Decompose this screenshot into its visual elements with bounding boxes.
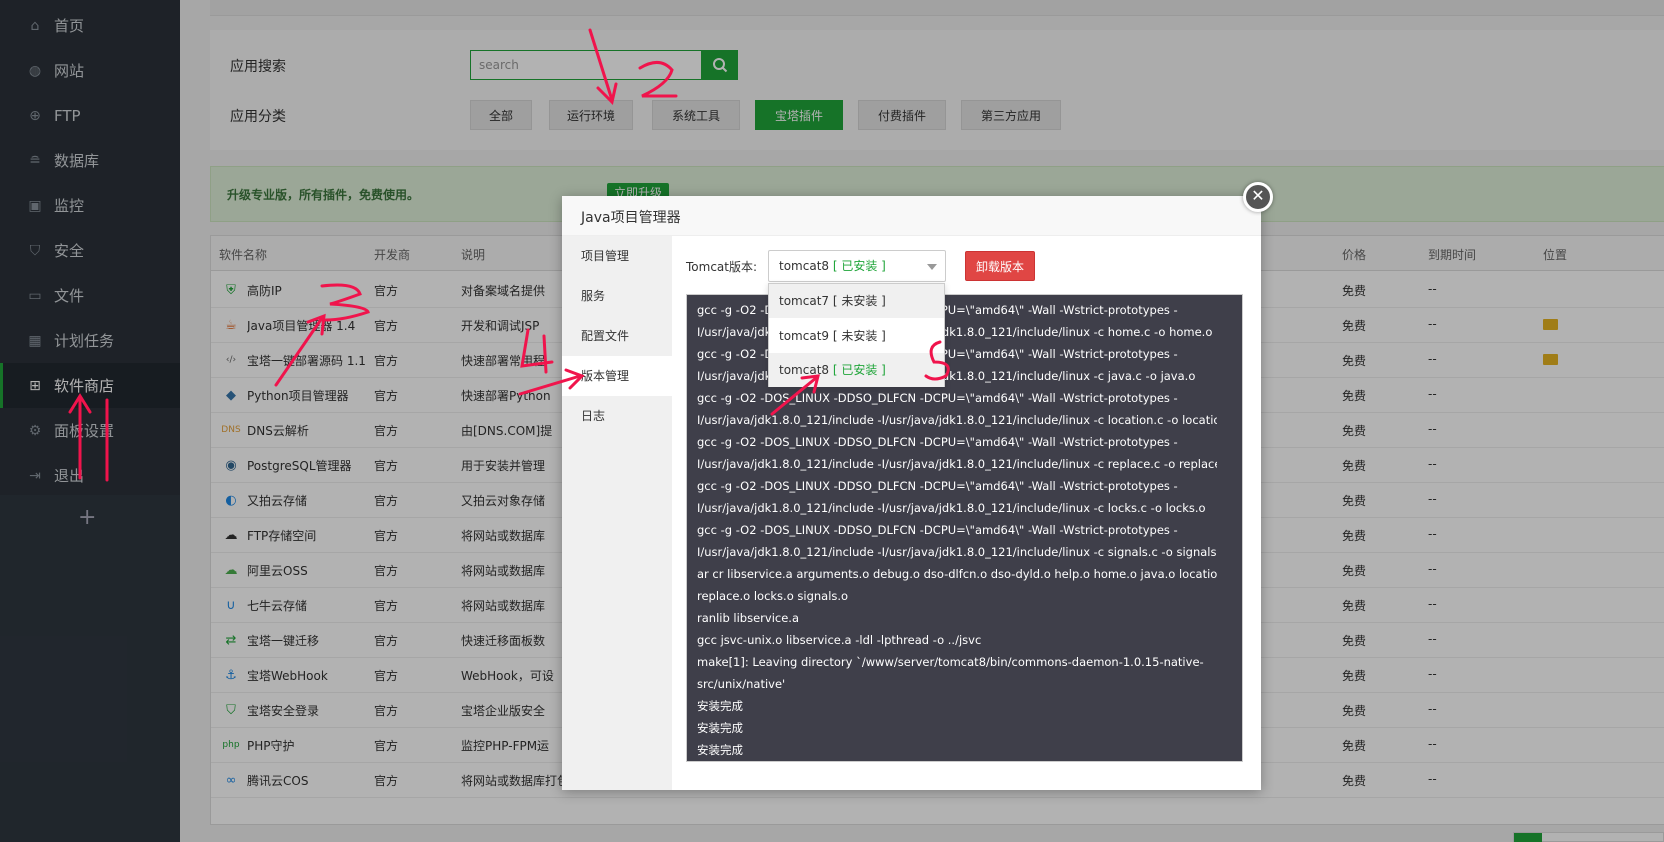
console-line: gcc -g -O2 -DOS_LINUX -DDSO_DLFCN -DCPU=… bbox=[697, 391, 1178, 405]
modal-body: Tomcat版本: tomcat8 [ 已安装 ] 卸载版本 gcc -g -O… bbox=[672, 236, 1261, 790]
console-line: gcc -g -O2 -DOS_LINUX -DDSO_DLFCN -DCPU=… bbox=[697, 479, 1178, 493]
console-line: gcc jsvc-unix.o libservice.a -ldl -lpthr… bbox=[697, 633, 982, 647]
option-tomcat8[interactable]: tomcat8 [ 已安装 ] bbox=[769, 353, 944, 387]
option-status: [ 已安装 ] bbox=[832, 363, 886, 377]
option-status: [ 未安装 ] bbox=[832, 294, 886, 308]
option-name: tomcat9 bbox=[779, 329, 830, 343]
console-line: gcc -g -O2 -DOS_LINUX -DDSO_DLFCN -DCPU=… bbox=[697, 435, 1178, 449]
select-value: tomcat8 bbox=[779, 259, 830, 273]
tab-project-manage[interactable]: 项目管理 bbox=[562, 236, 672, 276]
option-status: [ 未安装 ] bbox=[832, 329, 886, 343]
tomcat-version-dropdown: tomcat7 [ 未安装 ] tomcat9 [ 未安装 ] tomcat8 … bbox=[768, 283, 945, 387]
tab-service[interactable]: 服务 bbox=[562, 276, 672, 316]
console-line: 安装完成 bbox=[697, 743, 743, 757]
console-line: 安装完成 bbox=[697, 699, 743, 713]
console-line: 安装完成 bbox=[697, 721, 743, 735]
option-name: tomcat7 bbox=[779, 294, 830, 308]
console-line: ar cr libservice.a arguments.o debug.o d… bbox=[697, 567, 1217, 581]
modal-sidebar: 项目管理 服务 配置文件 版本管理 日志 bbox=[562, 236, 672, 790]
tab-config-file[interactable]: 配置文件 bbox=[562, 316, 672, 356]
option-name: tomcat8 bbox=[779, 363, 830, 377]
console-line: I/usr/java/jdk1.8.0_121/include -I/usr/j… bbox=[697, 413, 1217, 427]
modal-title: Java项目管理器 bbox=[581, 210, 681, 226]
console-line: I/usr/java/jdk1.8.0_121/include -I/usr/j… bbox=[697, 457, 1217, 471]
tab-version-manage[interactable]: 版本管理 bbox=[562, 356, 672, 396]
console-line: I/usr/java/jdk1.8.0_121/include -I/usr/j… bbox=[697, 501, 1206, 515]
tomcat-version-label: Tomcat版本: bbox=[686, 260, 758, 274]
uninstall-version-button[interactable]: 卸载版本 bbox=[965, 251, 1035, 281]
console-line: replace.o locks.o signals.o bbox=[697, 589, 849, 603]
close-icon[interactable]: ✕ bbox=[1243, 182, 1273, 212]
chevron-down-icon bbox=[927, 264, 937, 270]
select-status: [ 已安装 ] bbox=[832, 259, 886, 273]
tomcat-version-select[interactable]: tomcat8 [ 已安装 ] bbox=[768, 250, 946, 282]
console-line: gcc -g -O2 -DOS_LINUX -DDSO_DLFCN -DCPU=… bbox=[697, 523, 1178, 537]
option-tomcat9[interactable]: tomcat9 [ 未安装 ] bbox=[769, 319, 944, 353]
option-tomcat7[interactable]: tomcat7 [ 未安装 ] bbox=[769, 284, 944, 318]
tab-log[interactable]: 日志 bbox=[562, 396, 672, 436]
modal-header: Java项目管理器 bbox=[562, 196, 1261, 236]
console-line: ranlib libservice.a bbox=[697, 611, 799, 625]
console-line: src/unix/native' bbox=[697, 677, 786, 691]
console-line: make[1]: Leaving directory `/www/server/… bbox=[697, 655, 1204, 669]
console-line: I/usr/java/jdk1.8.0_121/include -I/usr/j… bbox=[697, 545, 1217, 559]
